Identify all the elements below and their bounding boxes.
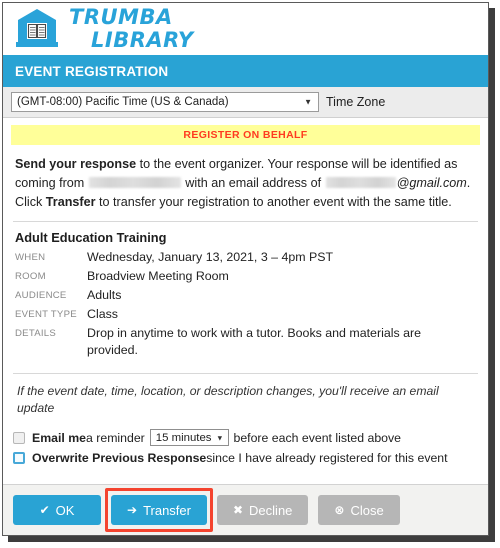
transfer-button[interactable]: ➔ Transfer [111,495,207,525]
timezone-label: Time Zone [326,95,386,109]
page-title: EVENT REGISTRATION [15,63,169,79]
redacted-email [325,177,396,188]
reminder-interval-value: 15 minutes [155,431,212,444]
email-domain: @gmail.com [396,176,467,190]
chevron-down-icon: ▼ [304,97,312,107]
event-field-label: WHEN [15,252,46,263]
intro-paragraph: Send your response to the event organize… [3,145,488,212]
notice-wrapper: REGISTER ON BEHALF [3,118,488,145]
event-registration-window: TRUMBA LIBRARY EVENT REGISTRATION (GMT-0… [2,2,489,536]
reminder-label-bold: Email me [32,430,86,445]
overwrite-label-rest: since I have already registered for this… [206,451,448,465]
event-detail-row: ROOM Broadview Meeting Room [15,268,476,285]
event-field-value: Drop in anytime to work with a tutor. Bo… [87,326,422,357]
overwrite-option-row: Overwrite Previous Response since I have… [13,451,488,465]
event-detail-row: WHEN Wednesday, January 13, 2021, 3 – 4p… [15,249,476,266]
event-detail-row: DETAILS Drop in anytime to work with a t… [15,325,476,359]
decline-button-wrapper: ✖ Decline [216,495,318,525]
reminder-option-row: Email me a reminder 15 minutes ▼ before … [13,429,488,446]
reminder-interval-select[interactable]: 15 minutes ▼ [149,429,229,446]
overwrite-checkbox[interactable] [13,452,25,464]
reminder-checkbox[interactable] [13,431,25,444]
intro-lead: Send your response [15,157,137,171]
brand-wordmark: TRUMBA LIBRARY [69,7,194,51]
timezone-select[interactable]: (GMT-08:00) Pacific Time (US & Canada) ▼ [11,92,319,112]
brand-header: TRUMBA LIBRARY [3,3,488,55]
event-field-value: Wednesday, January 13, 2021, 3 – 4pm PST [87,250,334,264]
options-group: Email me a reminder 15 minutes ▼ before … [3,417,488,465]
redacted-name [88,177,181,188]
event-field-label: AUDIENCE [15,290,67,301]
arrow-right-icon: ➔ [127,503,138,517]
timezone-selected-value: (GMT-08:00) Pacific Time (US & Canada) [17,96,229,108]
decline-button[interactable]: ✖ Decline [216,495,309,525]
event-detail-row: AUDIENCE Adults [15,287,476,304]
screenshot-viewport: TRUMBA LIBRARY EVENT REGISTRATION (GMT-0… [0,0,500,548]
page-title-bar: EVENT REGISTRATION [3,55,488,87]
intro-part-4: to transfer your registration to another… [95,195,452,209]
registration-body: REGISTER ON BEHALF Send your response to… [3,118,488,484]
event-title: Adult Education Training [15,230,167,245]
event-field-value: Adults [87,288,122,302]
reminder-label-rest: a reminder [86,430,145,445]
event-details-card: Adult Education Training WHEN Wednesday,… [3,222,488,359]
ok-button-wrapper: ✔ OK [13,495,111,525]
chevron-down-icon: ▼ [216,433,224,442]
close-button-wrapper: ⊗ Close [318,495,409,525]
close-button-label: Close [350,502,384,518]
event-field-value: Broadview Meeting Room [87,269,229,283]
event-field-value: Class [87,307,118,321]
event-field-label: EVENT TYPE [15,309,77,320]
reminder-suffix: before each event listed above [233,430,402,445]
email-update-note: If the event date, time, location, or de… [17,384,439,415]
event-field-label: DETAILS [15,328,57,339]
ok-button[interactable]: ✔ OK [13,495,101,525]
action-button-bar: ✔ OK ➔ Transfer ✖ Decline ⊗ Close [3,484,488,535]
timezone-row: (GMT-08:00) Pacific Time (US & Canada) ▼… [3,87,488,118]
close-button[interactable]: ⊗ Close [318,495,400,525]
event-field-label: ROOM [15,271,46,282]
decline-button-label: Decline [249,502,293,518]
library-building-book-icon [16,9,58,47]
intro-period: . [466,176,471,190]
circle-x-icon: ⊗ [334,503,345,517]
transfer-button-label: Transfer [143,502,191,518]
ok-button-label: OK [55,502,75,518]
intro-transfer-word: Transfer [45,195,96,209]
register-on-behalf-banner: REGISTER ON BEHALF [11,125,480,145]
check-icon: ✔ [39,503,50,517]
brand-line-1: TRUMBA [69,5,173,29]
x-icon: ✖ [232,503,244,517]
intro-part-3: Click [15,195,46,209]
event-detail-row: EVENT TYPE Class [15,306,476,323]
intro-part-2: with an email address of [181,176,325,190]
brand-line-2: LIBRARY [91,28,194,52]
overwrite-label-bold: Overwrite Previous Response [32,451,207,465]
transfer-button-wrapper: ➔ Transfer [105,488,217,532]
